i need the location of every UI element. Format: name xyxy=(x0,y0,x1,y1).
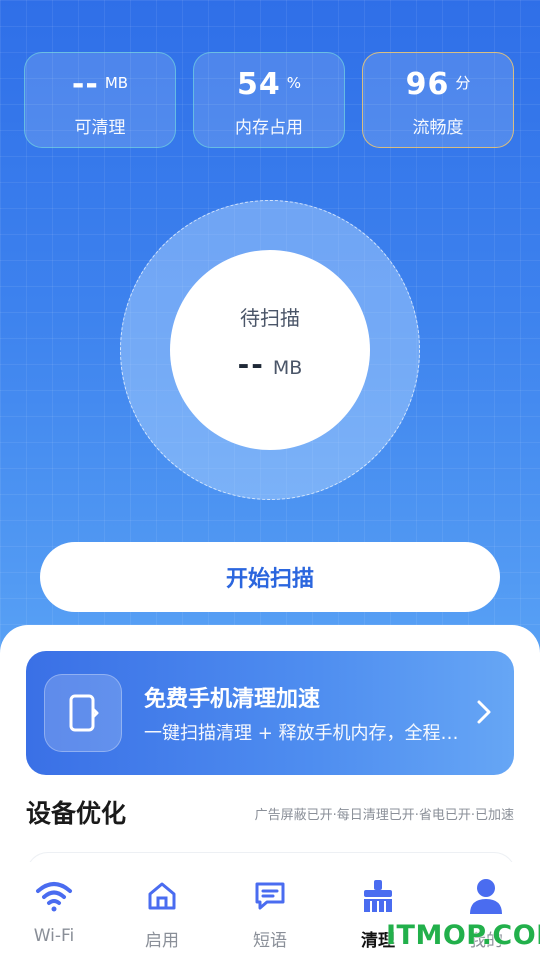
start-scan-button[interactable]: 开始扫描 xyxy=(40,542,500,612)
chevron-right-icon xyxy=(476,699,492,729)
stat-value: 96 xyxy=(405,67,450,102)
wifi-icon xyxy=(0,876,108,916)
stat-label: 内存占用 xyxy=(235,118,303,138)
scan-unit: MB xyxy=(272,357,303,379)
tab-phrases[interactable]: 短语 xyxy=(216,862,324,960)
stat-fluency[interactable]: 96 分 流畅度 xyxy=(362,52,514,148)
tab-label: 短语 xyxy=(253,931,287,951)
tab-label: Wi-Fi xyxy=(33,926,75,946)
scan-amount: -- xyxy=(237,348,265,381)
scan-status: 待扫描 xyxy=(240,306,300,330)
chat-icon xyxy=(216,876,324,916)
stat-label: 流畅度 xyxy=(412,118,464,138)
scan-circle[interactable]: 待扫描 -- MB xyxy=(170,250,370,450)
section-title: 设备优化 xyxy=(26,799,127,828)
tab-home[interactable]: 启用 xyxy=(108,862,216,960)
home-icon xyxy=(108,876,216,916)
promo-banner[interactable]: 免费手机清理加速 一键扫描清理 + 释放手机内存，全程… xyxy=(26,651,514,775)
stat-memory[interactable]: 54% 内存占用 xyxy=(193,52,345,148)
stat-unit: 分 xyxy=(455,74,471,92)
watermark-logo: ITMOP.COM xyxy=(386,920,540,951)
broom-icon xyxy=(324,876,432,916)
stat-label: 可清理 xyxy=(74,118,126,138)
tab-wifi[interactable]: Wi-Fi xyxy=(0,862,108,960)
phone-icon xyxy=(44,674,122,752)
stat-cleanable[interactable]: -- MB 可清理 xyxy=(24,52,176,148)
promo-title: 免费手机清理加速 xyxy=(144,687,321,712)
user-icon xyxy=(432,876,540,916)
stat-unit: % xyxy=(286,74,301,92)
stat-value: 54 xyxy=(236,67,281,102)
hero-panel: -- MB 可清理 54% 内存占用 96 分 流畅度 待扫描 -- MB 开始扫描 xyxy=(0,0,540,680)
stat-unit: MB xyxy=(104,74,129,92)
section-status: 广告屏蔽已开·每日清理已开·省电已开·已加速 xyxy=(254,808,514,823)
tab-label: 启用 xyxy=(145,931,179,951)
promo-description: 一键扫描清理 + 释放手机内存，全程… xyxy=(144,723,459,744)
stat-value: -- xyxy=(71,67,99,102)
